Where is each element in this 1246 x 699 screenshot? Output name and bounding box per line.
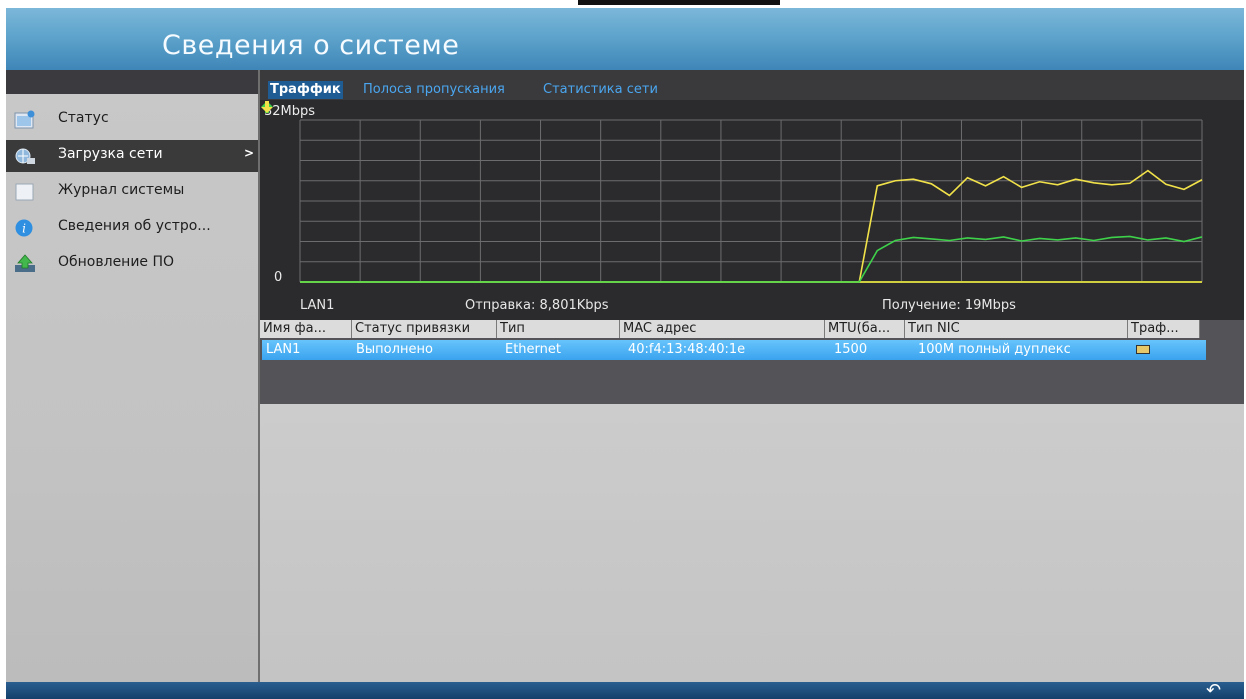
- cell-mac: 40:f4:13:48:40:1e: [628, 342, 746, 357]
- sidebar-item-status[interactable]: Статус: [6, 104, 258, 136]
- header-bar: Сведения о системе: [6, 8, 1244, 70]
- chart-lines: [300, 169, 1203, 283]
- log-icon: [15, 183, 34, 201]
- info-icon: i: [15, 219, 33, 237]
- status-icon: [14, 110, 35, 129]
- tab-bandwidth[interactable]: Полоса пропускания: [361, 81, 507, 99]
- cell-name: LAN1: [266, 342, 301, 357]
- sidebar-header: [6, 70, 258, 94]
- main-content: Траффик Полоса пропускания Статистика се…: [260, 70, 1244, 682]
- sidebar-item-label: Журнал системы: [58, 182, 185, 198]
- cell-mtu: 1500: [834, 342, 868, 357]
- column-header-traffic[interactable]: Траф...: [1128, 320, 1200, 338]
- interface-label: LAN1: [300, 298, 335, 313]
- column-header-binding-status[interactable]: Статус привязки: [352, 320, 497, 338]
- sidebar-item-network-load[interactable]: Загрузка сети >: [6, 140, 258, 172]
- column-header-name[interactable]: Имя фа...: [260, 320, 352, 338]
- traffic-chart: [299, 119, 1203, 283]
- upgrade-icon: [15, 254, 35, 272]
- column-header-mtu[interactable]: MTU(ба...: [825, 320, 905, 338]
- back-arrow-icon[interactable]: ↶: [1206, 680, 1221, 699]
- receive-series-line: [300, 169, 1203, 283]
- system-info-screen: Сведения о системе Статус Загрузка сети …: [6, 8, 1244, 699]
- send-rate-label: Отправка: 8,801Kbps: [465, 298, 609, 313]
- sidebar-item-label: Обновление ПО: [58, 254, 175, 270]
- table-row[interactable]: LAN1 Выполнено Ethernet 40:f4:13:48:40:1…: [262, 340, 1206, 360]
- page-title: Сведения о системе: [162, 30, 460, 61]
- chevron-right-icon: >: [244, 146, 255, 160]
- sidebar-item-label: Загрузка сети: [58, 146, 163, 162]
- sidebar-item-upgrade[interactable]: Обновление ПО: [6, 248, 258, 280]
- column-header-type[interactable]: Тип: [497, 320, 620, 338]
- column-header-mac[interactable]: MAC адрес: [620, 320, 825, 338]
- traffic-graph: 32Mbps 0 LAN1 Отправка: 8,801Kbps Получе…: [260, 100, 1244, 320]
- chart-grid: [299, 119, 1203, 283]
- chart-icon[interactable]: [1136, 345, 1150, 354]
- network-load-icon: [15, 148, 35, 164]
- sidebar-item-device-info[interactable]: i Сведения об устро...: [6, 212, 258, 244]
- tab-bar: Траффик Полоса пропускания Статистика се…: [260, 70, 1244, 100]
- cell-type: Ethernet: [505, 342, 561, 357]
- download-arrow-icon: [261, 101, 273, 113]
- bottom-bar: ↶: [6, 680, 1244, 699]
- send-series-line: [300, 235, 1203, 283]
- nic-table: Имя фа... Статус привязки Тип MAC адрес …: [260, 320, 1244, 404]
- tab-network-stats[interactable]: Статистика сети: [541, 81, 660, 99]
- sidebar-item-system-log[interactable]: Журнал системы: [6, 176, 258, 208]
- column-header-nic-type[interactable]: Тип NIC: [905, 320, 1128, 338]
- sidebar-item-label: Сведения об устро...: [58, 218, 211, 234]
- sidebar: Статус Загрузка сети > Журнал системы i …: [6, 70, 260, 682]
- top-black-mark: [578, 0, 780, 5]
- y-axis-min-label: 0: [274, 270, 283, 285]
- svg-text:i: i: [22, 222, 26, 236]
- cell-nic-type: 100M полный дуплекс: [918, 342, 1071, 357]
- receive-rate-label: Получение: 19Mbps: [882, 298, 1016, 313]
- tab-traffic[interactable]: Траффик: [268, 81, 343, 99]
- cell-status: Выполнено: [356, 342, 433, 357]
- sidebar-item-label: Статус: [58, 110, 109, 126]
